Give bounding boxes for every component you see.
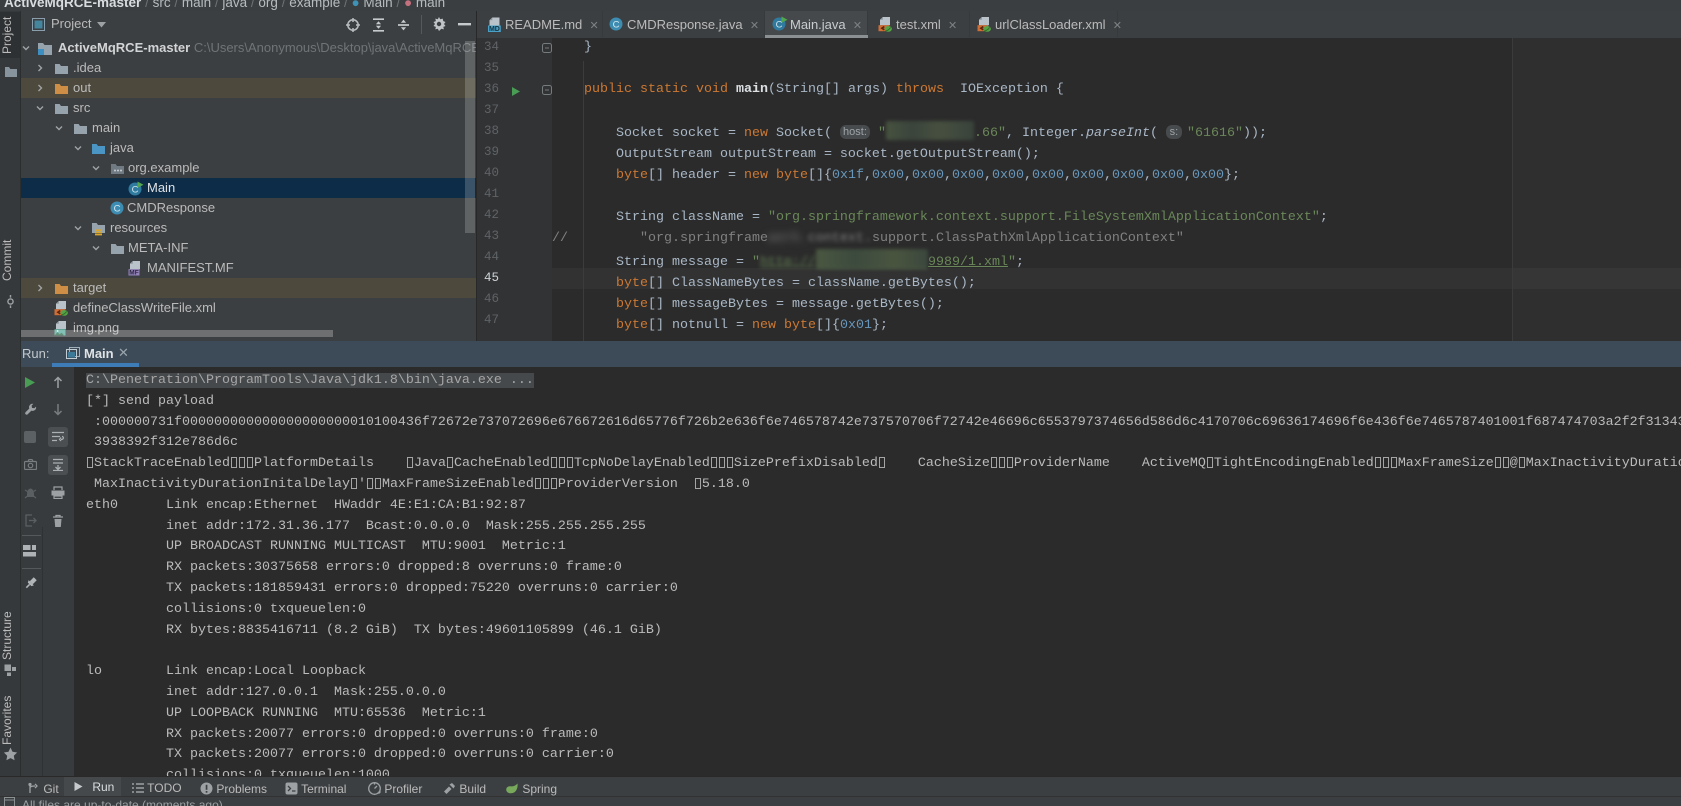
svg-text:MF: MF [129, 270, 138, 276]
svg-text:MD: MD [489, 26, 500, 32]
svg-text:C: C [613, 20, 620, 31]
svg-text:C: C [114, 204, 121, 215]
